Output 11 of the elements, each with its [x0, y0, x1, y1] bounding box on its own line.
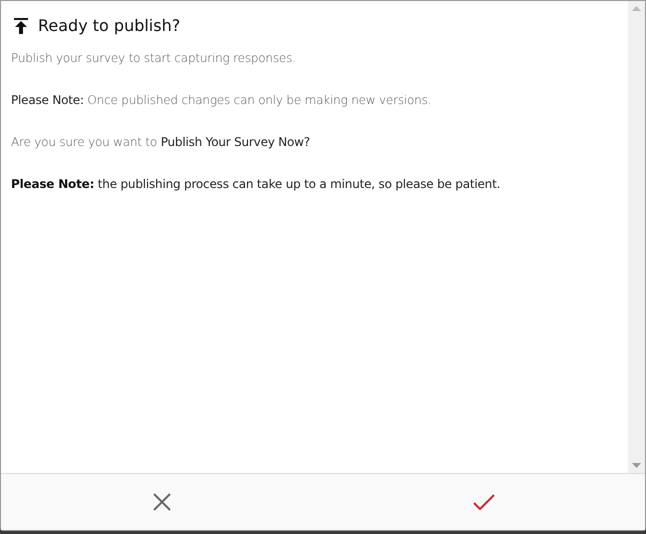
dialog-title: Ready to publish? [38, 15, 180, 37]
scroll-up-icon[interactable] [632, 6, 641, 11]
message-text: Please Note: Once published changes can only be making new versions. [11, 92, 432, 109]
message-text: Please Note: the publishing process can take up to a minute, so please be patient. [11, 176, 502, 193]
message-text: Publish your survey to start capturing responses. [11, 50, 297, 67]
scrollbar[interactable] [628, 1, 645, 473]
close-icon [153, 493, 171, 511]
check-icon [473, 494, 495, 510]
message-text: Are you sure you want to Publish Your Survey Now? [11, 134, 311, 151]
upload-icon [14, 18, 28, 34]
scroll-down-icon[interactable] [632, 463, 641, 468]
